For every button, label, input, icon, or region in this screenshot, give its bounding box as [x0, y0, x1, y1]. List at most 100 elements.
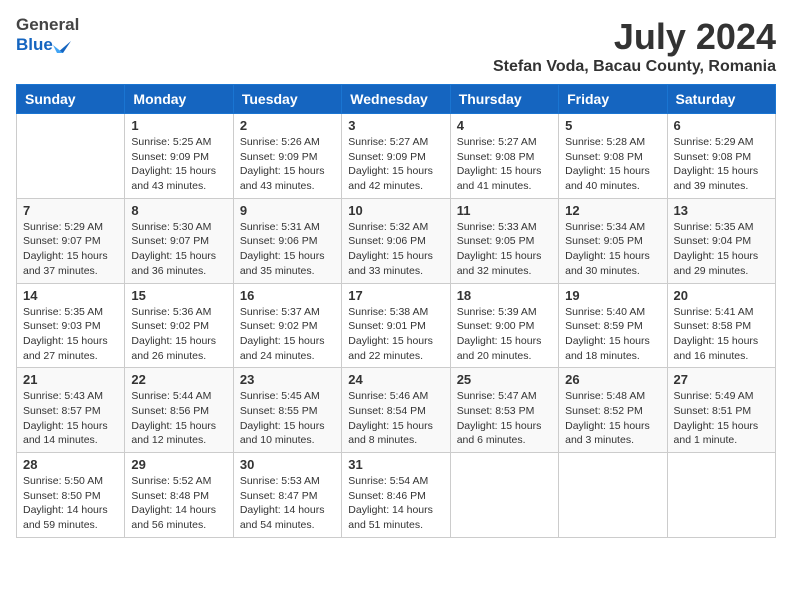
location-title: Stefan Voda, Bacau County, Romania — [493, 58, 776, 76]
calendar-cell: 29 Sunrise: 5:52 AM Sunset: 8:48 PM Dayli… — [125, 453, 233, 538]
day-number: 1 — [131, 118, 226, 133]
day-number: 30 — [240, 457, 335, 472]
calendar-cell: 23 Sunrise: 5:45 AM Sunset: 8:55 PM Dayli… — [233, 368, 341, 453]
day-number: 8 — [131, 203, 226, 218]
column-header-friday: Friday — [559, 85, 667, 114]
day-info: Sunrise: 5:38 AM Sunset: 9:01 PM Dayligh… — [348, 305, 443, 364]
day-info: Sunrise: 5:32 AM Sunset: 9:06 PM Dayligh… — [348, 220, 443, 279]
day-number: 23 — [240, 372, 335, 387]
calendar-cell: 28 Sunrise: 5:50 AM Sunset: 8:50 PM Dayli… — [17, 453, 125, 538]
calendar-cell: 31Sunrise: 5:54 AM Sunset: 8:46 PM Dayli… — [342, 453, 450, 538]
day-info: Sunrise: 5:27 AM Sunset: 9:09 PM Dayligh… — [348, 135, 443, 194]
day-number: 3 — [348, 118, 443, 133]
day-number: 6 — [674, 118, 769, 133]
calendar-cell: 18 Sunrise: 5:39 AM Sunset: 9:00 PM Dayli… — [450, 283, 558, 368]
calendar-cell — [667, 453, 775, 538]
calendar-cell: 8 Sunrise: 5:30 AM Sunset: 9:07 PM Daylig… — [125, 198, 233, 283]
day-info: Sunrise: 5:29 AM Sunset: 9:08 PM Dayligh… — [674, 135, 769, 194]
logo: General Blue — [16, 16, 79, 55]
day-number: 2 — [240, 118, 335, 133]
day-info: Sunrise: 5:36 AM Sunset: 9:02 PM Dayligh… — [131, 305, 226, 364]
day-number: 15 — [131, 288, 226, 303]
day-info: Sunrise: 5:25 AM Sunset: 9:09 PM Dayligh… — [131, 135, 226, 194]
day-number: 9 — [240, 203, 335, 218]
calendar-cell: 24 Sunrise: 5:46 AM Sunset: 8:54 PM Dayli… — [342, 368, 450, 453]
calendar-cell: 25Sunrise: 5:47 AM Sunset: 8:53 PM Dayli… — [450, 368, 558, 453]
day-info: Sunrise: 5:35 AM Sunset: 9:03 PM Dayligh… — [23, 305, 118, 364]
day-number: 18 — [457, 288, 552, 303]
calendar-cell: 30 Sunrise: 5:53 AM Sunset: 8:47 PM Dayli… — [233, 453, 341, 538]
day-number: 5 — [565, 118, 660, 133]
header: General Blue July 2024 Stefan Voda, Baca… — [16, 16, 776, 76]
day-number: 16 — [240, 288, 335, 303]
day-number: 20 — [674, 288, 769, 303]
day-info: Sunrise: 5:31 AM Sunset: 9:06 PM Dayligh… — [240, 220, 335, 279]
calendar-cell — [559, 453, 667, 538]
column-header-wednesday: Wednesday — [342, 85, 450, 114]
day-info: Sunrise: 5:28 AM Sunset: 9:08 PM Dayligh… — [565, 135, 660, 194]
day-number: 10 — [348, 203, 443, 218]
calendar-cell: 4 Sunrise: 5:27 AM Sunset: 9:08 PM Daylig… — [450, 114, 558, 199]
day-info: Sunrise: 5:50 AM Sunset: 8:50 PM Dayligh… — [23, 474, 118, 533]
column-header-saturday: Saturday — [667, 85, 775, 114]
day-info: Sunrise: 5:39 AM Sunset: 9:00 PM Dayligh… — [457, 305, 552, 364]
calendar-cell: 13 Sunrise: 5:35 AM Sunset: 9:04 PM Dayli… — [667, 198, 775, 283]
calendar-cell: 6 Sunrise: 5:29 AM Sunset: 9:08 PM Daylig… — [667, 114, 775, 199]
calendar-cell: 10 Sunrise: 5:32 AM Sunset: 9:06 PM Dayli… — [342, 198, 450, 283]
day-info: Sunrise: 5:47 AM Sunset: 8:53 PM Dayligh… — [457, 389, 552, 448]
column-header-sunday: Sunday — [17, 85, 125, 114]
day-info: Sunrise: 5:33 AM Sunset: 9:05 PM Dayligh… — [457, 220, 552, 279]
day-number: 17 — [348, 288, 443, 303]
calendar-cell: 20 Sunrise: 5:41 AM Sunset: 8:58 PM Dayli… — [667, 283, 775, 368]
calendar-cell: 21 Sunrise: 5:43 AM Sunset: 8:57 PM Dayli… — [17, 368, 125, 453]
day-info: Sunrise: 5:29 AM Sunset: 9:07 PM Dayligh… — [23, 220, 118, 279]
logo-general: General — [16, 16, 79, 33]
calendar-cell: 16 Sunrise: 5:37 AM Sunset: 9:02 PM Dayli… — [233, 283, 341, 368]
day-number: 7 — [23, 203, 118, 218]
calendar-cell: 1 Sunrise: 5:25 AM Sunset: 9:09 PM Daylig… — [125, 114, 233, 199]
day-info: Sunrise: 5:40 AM Sunset: 8:59 PM Dayligh… — [565, 305, 660, 364]
logo-bird-icon — [53, 33, 71, 55]
day-number: 22 — [131, 372, 226, 387]
day-info: Sunrise: 5:44 AM Sunset: 8:56 PM Dayligh… — [131, 389, 226, 448]
day-info: Sunrise: 5:26 AM Sunset: 9:09 PM Dayligh… — [240, 135, 335, 194]
calendar-cell: 3 Sunrise: 5:27 AM Sunset: 9:09 PM Daylig… — [342, 114, 450, 199]
day-number: 13 — [674, 203, 769, 218]
calendar-cell: 15 Sunrise: 5:36 AM Sunset: 9:02 PM Dayli… — [125, 283, 233, 368]
day-info: Sunrise: 5:53 AM Sunset: 8:47 PM Dayligh… — [240, 474, 335, 533]
day-info: Sunrise: 5:49 AM Sunset: 8:51 PM Dayligh… — [674, 389, 769, 448]
day-number: 21 — [23, 372, 118, 387]
calendar-cell: 22 Sunrise: 5:44 AM Sunset: 8:56 PM Dayli… — [125, 368, 233, 453]
calendar-cell: 19Sunrise: 5:40 AM Sunset: 8:59 PM Dayli… — [559, 283, 667, 368]
day-number: 4 — [457, 118, 552, 133]
day-number: 29 — [131, 457, 226, 472]
day-number: 11 — [457, 203, 552, 218]
calendar-cell: 12 Sunrise: 5:34 AM Sunset: 9:05 PM Dayli… — [559, 198, 667, 283]
day-number: 28 — [23, 457, 118, 472]
day-info: Sunrise: 5:37 AM Sunset: 9:02 PM Dayligh… — [240, 305, 335, 364]
column-header-thursday: Thursday — [450, 85, 558, 114]
day-number: 14 — [23, 288, 118, 303]
day-info: Sunrise: 5:46 AM Sunset: 8:54 PM Dayligh… — [348, 389, 443, 448]
logo-blue: Blue — [16, 36, 53, 53]
day-info: Sunrise: 5:27 AM Sunset: 9:08 PM Dayligh… — [457, 135, 552, 194]
day-number: 12 — [565, 203, 660, 218]
column-header-monday: Monday — [125, 85, 233, 114]
calendar-cell — [450, 453, 558, 538]
day-info: Sunrise: 5:35 AM Sunset: 9:04 PM Dayligh… — [674, 220, 769, 279]
day-info: Sunrise: 5:41 AM Sunset: 8:58 PM Dayligh… — [674, 305, 769, 364]
calendar-cell: 7 Sunrise: 5:29 AM Sunset: 9:07 PM Daylig… — [17, 198, 125, 283]
calendar-table: SundayMondayTuesdayWednesdayThursdayFrid… — [16, 84, 776, 538]
day-info: Sunrise: 5:43 AM Sunset: 8:57 PM Dayligh… — [23, 389, 118, 448]
calendar-cell — [17, 114, 125, 199]
calendar-cell: 26Sunrise: 5:48 AM Sunset: 8:52 PM Dayli… — [559, 368, 667, 453]
day-number: 26 — [565, 372, 660, 387]
day-info: Sunrise: 5:34 AM Sunset: 9:05 PM Dayligh… — [565, 220, 660, 279]
calendar-cell: 27Sunrise: 5:49 AM Sunset: 8:51 PM Dayli… — [667, 368, 775, 453]
calendar-cell: 9 Sunrise: 5:31 AM Sunset: 9:06 PM Daylig… — [233, 198, 341, 283]
day-info: Sunrise: 5:45 AM Sunset: 8:55 PM Dayligh… — [240, 389, 335, 448]
day-info: Sunrise: 5:52 AM Sunset: 8:48 PM Dayligh… — [131, 474, 226, 533]
calendar-cell: 14 Sunrise: 5:35 AM Sunset: 9:03 PM Dayli… — [17, 283, 125, 368]
day-info: Sunrise: 5:30 AM Sunset: 9:07 PM Dayligh… — [131, 220, 226, 279]
day-number: 24 — [348, 372, 443, 387]
